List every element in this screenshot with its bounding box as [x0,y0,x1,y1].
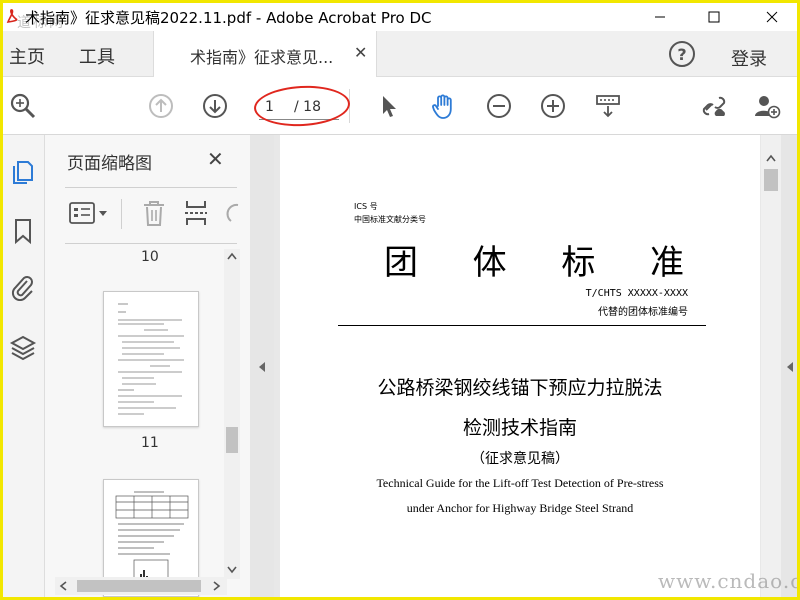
document-tab[interactable]: 术指南》征求意见... ✕ [153,31,377,77]
heading-char: 体 [472,243,507,283]
delete-page-icon[interactable] [141,199,167,227]
collapse-left-icon[interactable] [257,361,267,373]
layers-icon[interactable] [9,333,37,361]
menu-bar: 主页 工具 术指南》征求意见... ✕ ? 登录 [3,31,797,77]
minimize-button[interactable] [637,3,683,31]
search-icon[interactable] [9,92,37,120]
bookmark-icon[interactable] [9,217,37,245]
previous-page-icon[interactable] [147,92,175,120]
thumbnails-panel: 页面缩略图 ✕ 10 11 [45,135,250,597]
thumbnail-page-number: 11 [141,435,159,451]
scroll-up-icon[interactable] [226,251,238,261]
left-collapse-handle[interactable] [250,135,274,597]
thumbnails-hscroll-thumb[interactable] [77,580,201,592]
scroll-mode-icon[interactable] [594,92,622,120]
title-cn-line1: 公路桥梁钢绞线锚下预应力拉脱法 [377,377,663,399]
zoom-in-icon[interactable] [539,92,567,120]
thumbnails-hscrollbar[interactable] [55,577,227,595]
document-scroll-thumb[interactable] [764,169,778,191]
page-thumbnails-icon[interactable] [9,157,37,185]
scroll-left-icon[interactable] [59,581,69,591]
thumbnails-scrollbar[interactable] [224,249,240,579]
share-link-icon[interactable] [700,92,728,120]
rotate-page-icon[interactable] [225,201,239,225]
maximize-button[interactable] [691,3,737,31]
document-scrollbar[interactable] [761,135,781,597]
tab-close-icon[interactable]: ✕ [354,43,367,62]
thumbnail-page-11[interactable] [103,291,199,427]
heading-char: 标 [561,243,596,283]
window-title: 术指南》征求意见稿2022.11.pdf - Adobe Acrobat Pro… [25,9,432,27]
login-button[interactable]: 登录 [731,45,767,71]
zoom-out-icon[interactable] [485,92,513,120]
pdf-page: ICS 号 中国标准文献分类号 团 体 标 准 T/CHTS XXXXX-XXX… [280,135,760,597]
tools-divider [121,199,122,229]
collapse-right-icon[interactable] [785,361,795,373]
thumbnails-scroll-thumb[interactable] [226,427,238,453]
attachment-icon[interactable] [9,273,37,301]
draft-note: （征求意见稿） [471,451,569,467]
replaces-label: 代替的团体标准编号 [598,307,688,318]
toolbar: 1 / 18 [3,77,797,135]
scroll-right-icon[interactable] [211,581,221,591]
title-en-line1: Technical Guide for the Lift-off Test De… [376,476,664,490]
close-window-button[interactable] [749,3,795,31]
title-en-line2: under Anchor for Highway Bridge Steel St… [406,501,634,515]
heading-char: 准 [649,243,684,283]
panel-divider-2 [65,243,237,244]
hand-tool-icon[interactable] [429,92,457,120]
insert-page-icon[interactable] [183,199,209,227]
add-user-icon[interactable] [753,92,781,120]
thumbnail-page-number: 10 [141,249,159,265]
acrobat-window: 道标网 术指南》征求意见稿2022.11.pdf - Adobe Acrobat… [3,3,797,597]
right-collapse-handle[interactable] [781,135,797,597]
document-view[interactable]: ICS 号 中国标准文献分类号 团 体 标 准 T/CHTS XXXXX-XXX… [274,135,761,597]
close-panel-icon[interactable]: ✕ [207,147,224,171]
thumbnail-options-icon[interactable] [69,201,109,225]
ics-label: ICS 号 [354,202,378,211]
title-cn-line2: 检测技术指南 [462,417,577,439]
navigation-rail [3,135,45,597]
standard-number: T/CHTS XXXXX-XXXX [585,288,688,299]
menu-home[interactable]: 主页 [9,43,45,69]
header-rule [338,325,706,326]
thumbnails-panel-title: 页面缩略图 [67,154,152,174]
help-button[interactable]: ? [669,41,695,67]
clc-label: 中国标准文献分类号 [354,215,426,224]
document-tab-label: 术指南》征求意见... [190,48,334,67]
scroll-up-icon[interactable] [765,153,777,163]
menu-tools[interactable]: 工具 [79,43,115,69]
select-pointer-icon[interactable] [375,92,403,120]
title-bar: 道标网 术指南》征求意见稿2022.11.pdf - Adobe Acrobat… [3,3,797,31]
scroll-down-icon[interactable] [226,565,238,575]
watermark-bottom-right: www.cndao.com [658,569,797,593]
standard-heading: 团 体 标 准 [384,235,684,284]
thumbnail-page-11-content [118,303,184,415]
next-page-icon[interactable] [201,92,229,120]
heading-char: 团 [384,243,418,283]
panel-divider [65,187,237,188]
